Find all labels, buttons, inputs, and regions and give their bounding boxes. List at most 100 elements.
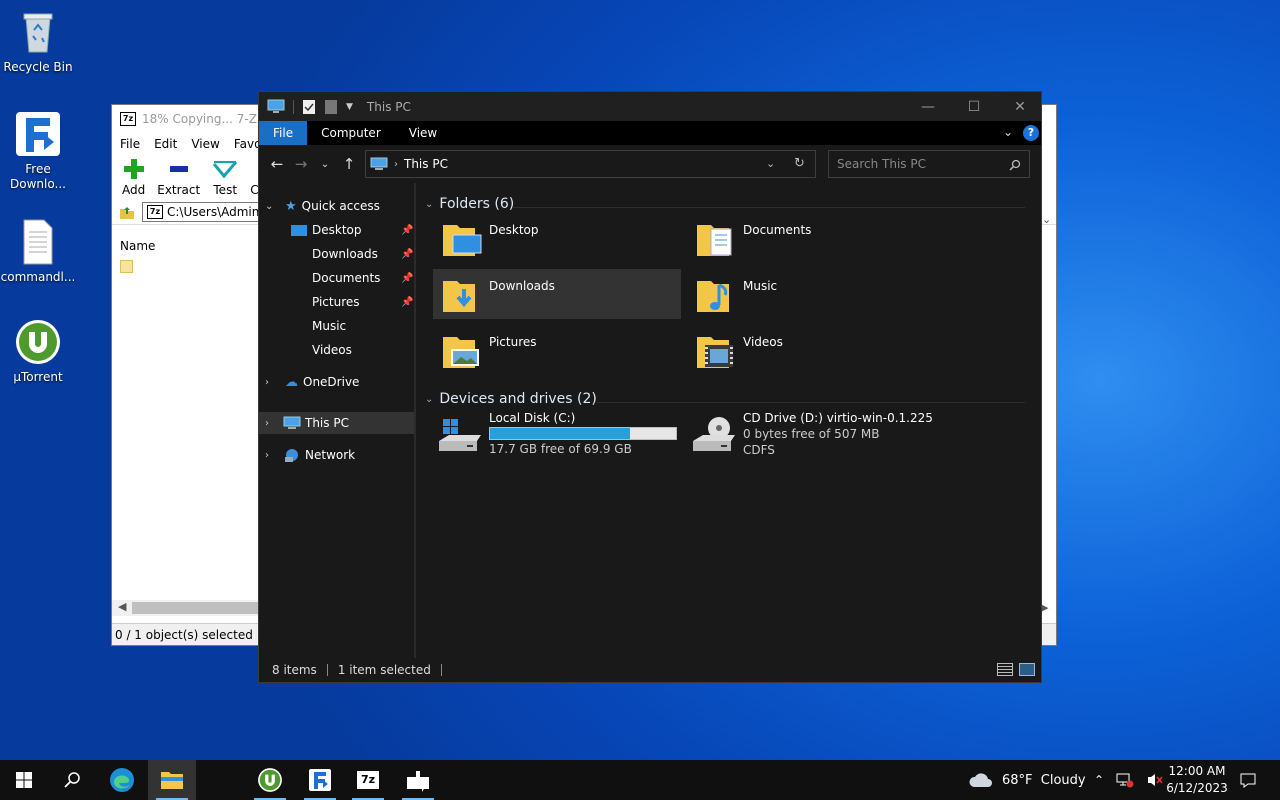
menu-edit[interactable]: Edit	[154, 137, 177, 151]
taskbar: 7z 68°F Cloudy ⌃ 12:00 AM 6/12/2023	[0, 760, 1280, 800]
forward-arrow-icon[interactable]: →	[289, 155, 313, 173]
back-arrow-icon[interactable]: ←	[265, 155, 289, 173]
folder-tile-music[interactable]: Music	[687, 269, 935, 319]
taskbar-copy-progress[interactable]	[394, 760, 442, 800]
taskbar-utorrent[interactable]	[246, 760, 294, 800]
pin-icon[interactable]: 📌	[401, 249, 413, 260]
maximize-button[interactable]: ☐	[951, 92, 997, 121]
extract-button[interactable]: Extract	[157, 158, 200, 199]
sevenzip-path-icon: 7z	[147, 204, 163, 219]
column-header-name[interactable]: Name	[120, 239, 155, 253]
this-pc-icon	[267, 99, 285, 113]
ribbon-expand-chevron-icon[interactable]: ⌄	[1003, 125, 1013, 139]
clock[interactable]: 12:00 AM 6/12/2023	[1160, 760, 1234, 800]
nav-downloads[interactable]: Downloads 📌	[259, 243, 414, 265]
expand-chevron-icon[interactable]: ⌄	[265, 201, 277, 212]
pin-icon[interactable]: 📌	[401, 273, 413, 284]
horizontal-scrollbar[interactable]: ◀	[112, 600, 262, 616]
help-icon[interactable]: ?	[1023, 125, 1039, 141]
new-folder-icon[interactable]	[324, 99, 338, 115]
folder-tile-documents[interactable]: Documents	[687, 213, 935, 263]
collapse-chevron-icon[interactable]: ⌄	[425, 199, 433, 210]
menu-view[interactable]: View	[191, 137, 219, 151]
weather-widget[interactable]: 68°F Cloudy	[968, 760, 1086, 800]
network-status-icon[interactable]	[1116, 772, 1134, 788]
folders-group-header[interactable]: ⌄ Folders (6)	[425, 196, 514, 212]
nav-quick-access[interactable]: ⌄ ★ Quick access	[259, 195, 414, 217]
tab-file[interactable]: File	[259, 121, 308, 145]
combo-dropdown-icon[interactable]: ⌄	[1042, 213, 1051, 226]
recent-locations-chevron-icon[interactable]: ⌄	[313, 159, 337, 170]
drive-tile-d[interactable]: CD Drive (D:) virtio-win-0.1.225 0 bytes…	[687, 411, 935, 461]
taskbar-7zip[interactable]: 7z	[344, 760, 392, 800]
tab-view[interactable]: View	[395, 121, 451, 145]
explorer-titlebar[interactable]: ▼ This PC — ☐ ✕	[259, 92, 1041, 121]
nav-videos[interactable]: Videos	[259, 339, 414, 361]
notifications-button[interactable]	[1236, 760, 1260, 800]
expand-chevron-icon[interactable]: ›	[265, 377, 277, 388]
expand-chevron-icon[interactable]: ›	[265, 450, 277, 461]
search-button[interactable]	[48, 760, 96, 800]
nav-documents[interactable]: Documents 📌	[259, 267, 414, 289]
nav-network[interactable]: › Network	[259, 444, 414, 466]
desktop-icon-free-download-manager[interactable]: Free Downlo...	[0, 110, 76, 192]
address-text[interactable]: This PC	[404, 157, 448, 171]
folder-name: Videos	[743, 335, 783, 349]
menu-file[interactable]: File	[120, 137, 140, 151]
search-input[interactable]: Search This PC	[837, 157, 926, 171]
expand-chevron-icon[interactable]: ›	[265, 418, 277, 429]
add-button[interactable]: Add	[122, 158, 145, 199]
large-icons-view-icon[interactable]	[1019, 663, 1035, 676]
pin-icon[interactable]: 📌	[401, 225, 413, 236]
collapse-chevron-icon[interactable]: ⌄	[425, 394, 433, 405]
desktop-icon-utorrent[interactable]: µTorrent	[0, 318, 76, 385]
drive-name: Local Disk (C:)	[489, 411, 576, 425]
address-this-pc-icon	[370, 157, 388, 170]
drive-tile-c[interactable]: Local Disk (C:) 17.7 GB free of 69.9 GB	[433, 411, 681, 461]
drive-usage-fill	[490, 428, 630, 439]
nav-desktop[interactable]: Desktop 📌	[259, 219, 414, 241]
folder-icon[interactable]	[120, 260, 133, 273]
content-pane[interactable]: ⌄ Folders (6) Desktop Documents Download…	[417, 183, 1041, 659]
search-box[interactable]: Search This PC	[828, 150, 1030, 178]
desktop-icon-commandline[interactable]: commandl...	[0, 218, 76, 285]
cloud-icon: ☁	[285, 374, 298, 390]
utorrent-icon	[14, 318, 62, 366]
taskbar-edge[interactable]	[98, 760, 146, 800]
scroll-left-arrow-icon[interactable]: ◀	[118, 600, 126, 613]
refresh-icon[interactable]: ↻	[794, 156, 805, 171]
test-button[interactable]: Test	[212, 158, 238, 199]
up-arrow-icon[interactable]: ↑	[337, 155, 361, 173]
show-hidden-icons-chevron-icon[interactable]: ⌃	[1094, 773, 1104, 787]
folder-tile-desktop[interactable]: Desktop	[433, 213, 681, 263]
devices-group-header[interactable]: ⌄ Devices and drives (2)	[425, 391, 597, 407]
folder-up-icon[interactable]	[118, 203, 136, 221]
taskbar-free-download-manager[interactable]	[296, 760, 344, 800]
close-button[interactable]: ✕	[997, 92, 1043, 121]
pin-icon[interactable]: 📌	[401, 297, 413, 308]
properties-icon[interactable]	[302, 99, 316, 115]
nav-this-pc[interactable]: › This PC	[259, 412, 414, 434]
address-dropdown-icon[interactable]: ⌄	[766, 157, 775, 170]
scrollbar-thumb[interactable]	[132, 602, 260, 614]
nav-pictures[interactable]: Pictures 📌	[259, 291, 414, 313]
details-view-icon[interactable]	[997, 663, 1013, 676]
minimize-button[interactable]: —	[905, 92, 951, 121]
folder-tile-pictures[interactable]: Pictures	[433, 325, 681, 375]
nav-onedrive[interactable]: › ☁ OneDrive	[259, 371, 414, 393]
taskbar-file-explorer[interactable]	[148, 760, 196, 800]
folder-tile-downloads[interactable]: Downloads	[433, 269, 681, 319]
folder-tile-videos[interactable]: Videos	[687, 325, 935, 375]
start-button[interactable]	[0, 760, 48, 800]
clock-date: 6/12/2023	[1166, 781, 1228, 795]
folders-header-text: Folders (6)	[439, 196, 515, 212]
quick-access-toolbar-dropdown-icon[interactable]: ▼	[346, 102, 353, 112]
desktop-icon-recycle-bin[interactable]: Recycle Bin	[0, 8, 76, 75]
file-explorer-window[interactable]: ▼ This PC — ☐ ✕ File Computer View ⌄ ? ←…	[258, 91, 1042, 683]
sevenzip-icon: 7z	[357, 771, 379, 789]
breadcrumb-chevron-icon[interactable]: ›	[394, 159, 398, 170]
address-bar[interactable]: › This PC ⌄ ↻	[365, 150, 816, 178]
nav-music[interactable]: Music	[259, 315, 414, 337]
search-icon[interactable]	[1009, 159, 1021, 171]
tab-computer[interactable]: Computer	[307, 121, 395, 145]
